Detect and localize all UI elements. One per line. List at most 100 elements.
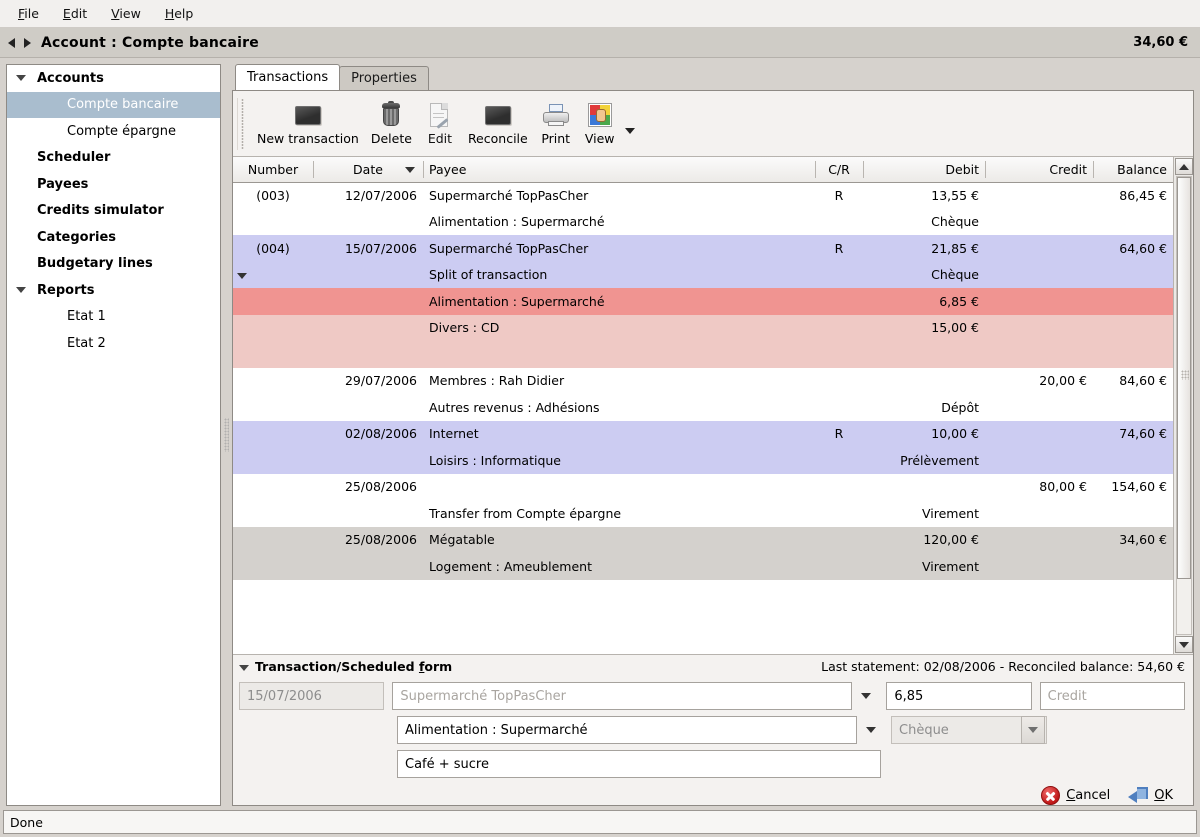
payment-mode-dropdown-button[interactable] xyxy=(1021,716,1045,744)
expand-twisty-icon[interactable] xyxy=(13,75,29,81)
delete-button[interactable]: Delete xyxy=(365,99,418,148)
menu-item-help[interactable]: Help xyxy=(155,3,204,25)
view-button[interactable]: View xyxy=(578,99,622,148)
cancel-icon xyxy=(1041,786,1060,805)
table-row[interactable]: Split of transactionChèque xyxy=(233,262,1173,289)
table-row[interactable]: 29/07/2006Membres : Rah Didier20,00 €84,… xyxy=(233,368,1173,395)
sidebar-item-label: Reports xyxy=(29,283,94,298)
cell-credit xyxy=(985,447,1093,474)
cell-debit: Chèque xyxy=(863,209,985,236)
sidebar-splitter[interactable] xyxy=(221,64,232,806)
table-row[interactable]: Alimentation : SupermarchéChèque xyxy=(233,209,1173,236)
column-header-number[interactable]: Number xyxy=(233,157,313,182)
form-collapse-twisty-icon[interactable] xyxy=(239,659,249,674)
back-arrow-icon[interactable] xyxy=(8,38,15,48)
arrow-down-icon xyxy=(1179,642,1189,648)
column-header-balance[interactable]: Balance xyxy=(1093,157,1173,182)
notes-field[interactable]: Café + sucre xyxy=(397,750,881,778)
cell-payee xyxy=(423,341,815,368)
toolbar-drag-handle-icon[interactable] xyxy=(237,98,247,150)
sidebar-item-etat-2[interactable]: Etat 2 xyxy=(7,330,220,357)
category-dropdown-button[interactable] xyxy=(859,716,883,744)
page-title: Account : Compte bancaire xyxy=(41,35,259,51)
scroll-down-button[interactable] xyxy=(1175,636,1193,653)
ok-button-label: OK xyxy=(1154,788,1173,803)
menu-item-view[interactable]: View xyxy=(101,3,151,25)
document-edit-icon xyxy=(430,101,450,129)
sidebar-item-credits-simulator[interactable]: Credits simulator xyxy=(7,198,220,225)
cell-cr: R xyxy=(815,182,863,209)
transaction-table: Number Date Payee C/R Debit Credit xyxy=(233,157,1173,580)
debit-field[interactable]: 6,85 xyxy=(886,682,1031,710)
sidebar-item-payees[interactable]: Payees xyxy=(7,171,220,198)
column-header-payee[interactable]: Payee xyxy=(423,157,815,182)
payment-mode-combo[interactable]: Chèque xyxy=(891,716,1045,744)
table-row[interactable] xyxy=(233,341,1173,368)
list-empty-space xyxy=(233,580,1173,655)
sidebar-item-reports[interactable]: Reports xyxy=(7,277,220,304)
forward-arrow-icon[interactable] xyxy=(24,38,31,48)
tab-transactions[interactable]: Transactions xyxy=(235,64,340,90)
ok-button[interactable]: OK xyxy=(1128,787,1173,804)
column-header-debit[interactable]: Debit xyxy=(863,157,985,182)
new-transaction-button[interactable]: New transaction xyxy=(251,99,365,148)
cell-cr xyxy=(815,315,863,342)
chevron-down-icon xyxy=(861,693,871,699)
category-field[interactable]: Alimentation : Supermarché xyxy=(397,716,857,744)
edit-button[interactable]: Edit xyxy=(418,99,462,148)
sidebar-item-categories[interactable]: Categories xyxy=(7,224,220,251)
payee-combo[interactable]: Supermarché TopPasCher xyxy=(392,682,878,710)
transaction-list-scrollbar[interactable] xyxy=(1173,157,1193,654)
table-row[interactable]: 25/08/200680,00 €154,60 € xyxy=(233,474,1173,501)
cell-balance xyxy=(1093,209,1173,236)
column-header-cr[interactable]: C/R xyxy=(815,157,863,182)
table-row[interactable]: (003)12/07/2006Supermarché TopPasCherR13… xyxy=(233,182,1173,209)
cancel-button[interactable]: Cancel xyxy=(1041,786,1110,805)
column-header-date[interactable]: Date xyxy=(313,157,423,182)
cell-date xyxy=(313,447,423,474)
table-row[interactable]: Divers : CD15,00 € xyxy=(233,315,1173,342)
sidebar-item-compte-bancaire[interactable]: Compte bancaire xyxy=(7,92,220,119)
cell-cr: R xyxy=(815,235,863,262)
cell-payee: Autres revenus : Adhésions xyxy=(423,394,815,421)
table-row[interactable]: Logement : AmeublementVirement xyxy=(233,553,1173,580)
scrollbar-track[interactable] xyxy=(1176,176,1192,635)
category-combo[interactable]: Alimentation : Supermarché xyxy=(397,716,883,744)
cell-credit xyxy=(985,262,1093,289)
cell-payee: Supermarché TopPasCher xyxy=(423,182,815,209)
cell-payee: Loisirs : Informatique xyxy=(423,447,815,474)
sidebar-item-scheduler[interactable]: Scheduler xyxy=(7,145,220,172)
sidebar-item-budgetary-lines[interactable]: Budgetary lines xyxy=(7,251,220,278)
table-row[interactable]: Loisirs : InformatiquePrélèvement xyxy=(233,447,1173,474)
reconcile-button[interactable]: Reconcile xyxy=(462,99,534,148)
scrollbar-thumb[interactable] xyxy=(1177,177,1191,579)
split-expand-twisty-icon[interactable] xyxy=(237,273,247,279)
date-field[interactable]: 15/07/2006 xyxy=(239,682,384,710)
expand-twisty-icon[interactable] xyxy=(13,287,29,293)
sidebar-item-label: Etat 1 xyxy=(29,309,106,324)
cell-date xyxy=(313,209,423,236)
table-row[interactable]: 25/08/2006Mégatable120,00 €34,60 € xyxy=(233,527,1173,554)
table-row[interactable]: Autres revenus : AdhésionsDépôt xyxy=(233,394,1173,421)
sidebar-item-compte-pargne[interactable]: Compte épargne xyxy=(7,118,220,145)
credit-field[interactable]: Credit xyxy=(1040,682,1185,710)
table-row[interactable]: Transfer from Compte épargneVirement xyxy=(233,500,1173,527)
scroll-up-button[interactable] xyxy=(1175,158,1193,175)
tab-properties[interactable]: Properties xyxy=(339,66,429,90)
menu-item-file[interactable]: File xyxy=(8,3,49,25)
print-button[interactable]: Print xyxy=(534,99,578,148)
table-row[interactable]: Alimentation : Supermarché6,85 € xyxy=(233,288,1173,315)
payee-dropdown-button[interactable] xyxy=(854,682,878,710)
sidebar-item-etat-1[interactable]: Etat 1 xyxy=(7,304,220,331)
payee-field[interactable]: Supermarché TopPasCher xyxy=(392,682,852,710)
cell-debit: 13,55 € xyxy=(863,182,985,209)
menu-item-edit[interactable]: Edit xyxy=(53,3,97,25)
form-row-3: Café + sucre xyxy=(239,750,1185,778)
column-header-credit[interactable]: Credit xyxy=(985,157,1093,182)
view-dropdown-arrow-icon[interactable] xyxy=(625,128,635,134)
table-row[interactable]: (004)15/07/2006Supermarché TopPasCherR21… xyxy=(233,235,1173,262)
sidebar-item-accounts[interactable]: Accounts xyxy=(7,65,220,92)
table-row[interactable]: 02/08/2006InternetR10,00 €74,60 € xyxy=(233,421,1173,448)
cell-cr xyxy=(815,209,863,236)
cell-balance xyxy=(1093,553,1173,580)
